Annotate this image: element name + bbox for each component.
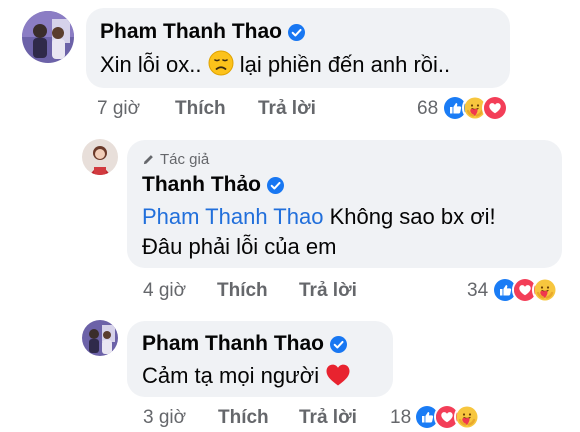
love-reaction-icon — [482, 95, 508, 121]
comment-time[interactable]: 3 giờ — [143, 407, 186, 429]
comment-bubble: Pham Thanh Thao Cảm tạ mọi người — [127, 321, 393, 397]
like-button[interactable]: Thích — [217, 280, 268, 302]
avatar[interactable] — [82, 139, 118, 175]
comment-text-part: lại phiền đến anh rồi.. — [239, 52, 451, 77]
author-name[interactable]: Pham Thanh Thao — [142, 332, 324, 356]
mention-link[interactable]: Pham Thanh Thao — [142, 204, 323, 229]
comment-bubble: Pham Thanh Thao Xin lỗi ox.. lại phiền đ… — [86, 8, 510, 88]
comment-text-part: Xin lỗi ox.. — [100, 52, 202, 77]
comment-author[interactable]: Thanh Thảo — [142, 173, 284, 197]
care-reaction-icon — [532, 277, 558, 303]
reply-button[interactable]: Trả lời — [258, 98, 316, 120]
reaction-icons[interactable] — [414, 404, 480, 430]
pencil-icon — [142, 153, 155, 166]
comment-text: Xin lỗi ox.. lại phiền đến anh rồi.. — [100, 50, 450, 84]
reply-button[interactable]: Trả lời — [299, 280, 357, 302]
like-button[interactable]: Thích — [218, 407, 269, 429]
red-heart-emoji — [325, 363, 351, 395]
reaction-count[interactable]: 68 — [417, 98, 438, 120]
reply-bubble: Tác giả Thanh Thảo Pham Thanh Thao Không… — [127, 140, 562, 268]
author-tag-label: Tác giả — [160, 151, 210, 168]
comment-author[interactable]: Pham Thanh Thao — [100, 20, 305, 44]
reaction-count[interactable]: 34 — [467, 280, 488, 302]
comment-text-part: Cảm tạ mọi người — [142, 363, 320, 388]
avatar[interactable] — [82, 320, 118, 356]
reply-text-line: Pham Thanh Thao Không sao bx ơi! — [142, 202, 496, 232]
reply-text-line: Đâu phải lỗi của em — [142, 234, 337, 259]
author-tag: Tác giả — [142, 151, 209, 168]
author-name[interactable]: Thanh Thảo — [142, 173, 261, 197]
author-name[interactable]: Pham Thanh Thao — [100, 20, 282, 44]
care-reaction-icon — [454, 404, 480, 430]
reaction-count[interactable]: 18 — [390, 407, 411, 429]
reply-button[interactable]: Trả lời — [299, 407, 357, 429]
comment-author[interactable]: Pham Thanh Thao — [142, 332, 347, 356]
reaction-icons[interactable] — [442, 95, 508, 121]
verified-badge-icon — [267, 177, 284, 194]
verified-badge-icon — [288, 24, 305, 41]
comment-time[interactable]: 7 giờ — [97, 98, 140, 120]
disappointed-face-emoji — [208, 50, 234, 84]
verified-badge-icon — [330, 336, 347, 353]
comment-text: Cảm tạ mọi người — [142, 361, 351, 395]
like-button[interactable]: Thích — [175, 98, 226, 120]
comment-time[interactable]: 4 giờ — [143, 280, 186, 302]
reaction-icons[interactable] — [492, 277, 558, 303]
reply-text: Không sao bx ơi! — [329, 204, 496, 229]
avatar[interactable] — [22, 11, 74, 63]
